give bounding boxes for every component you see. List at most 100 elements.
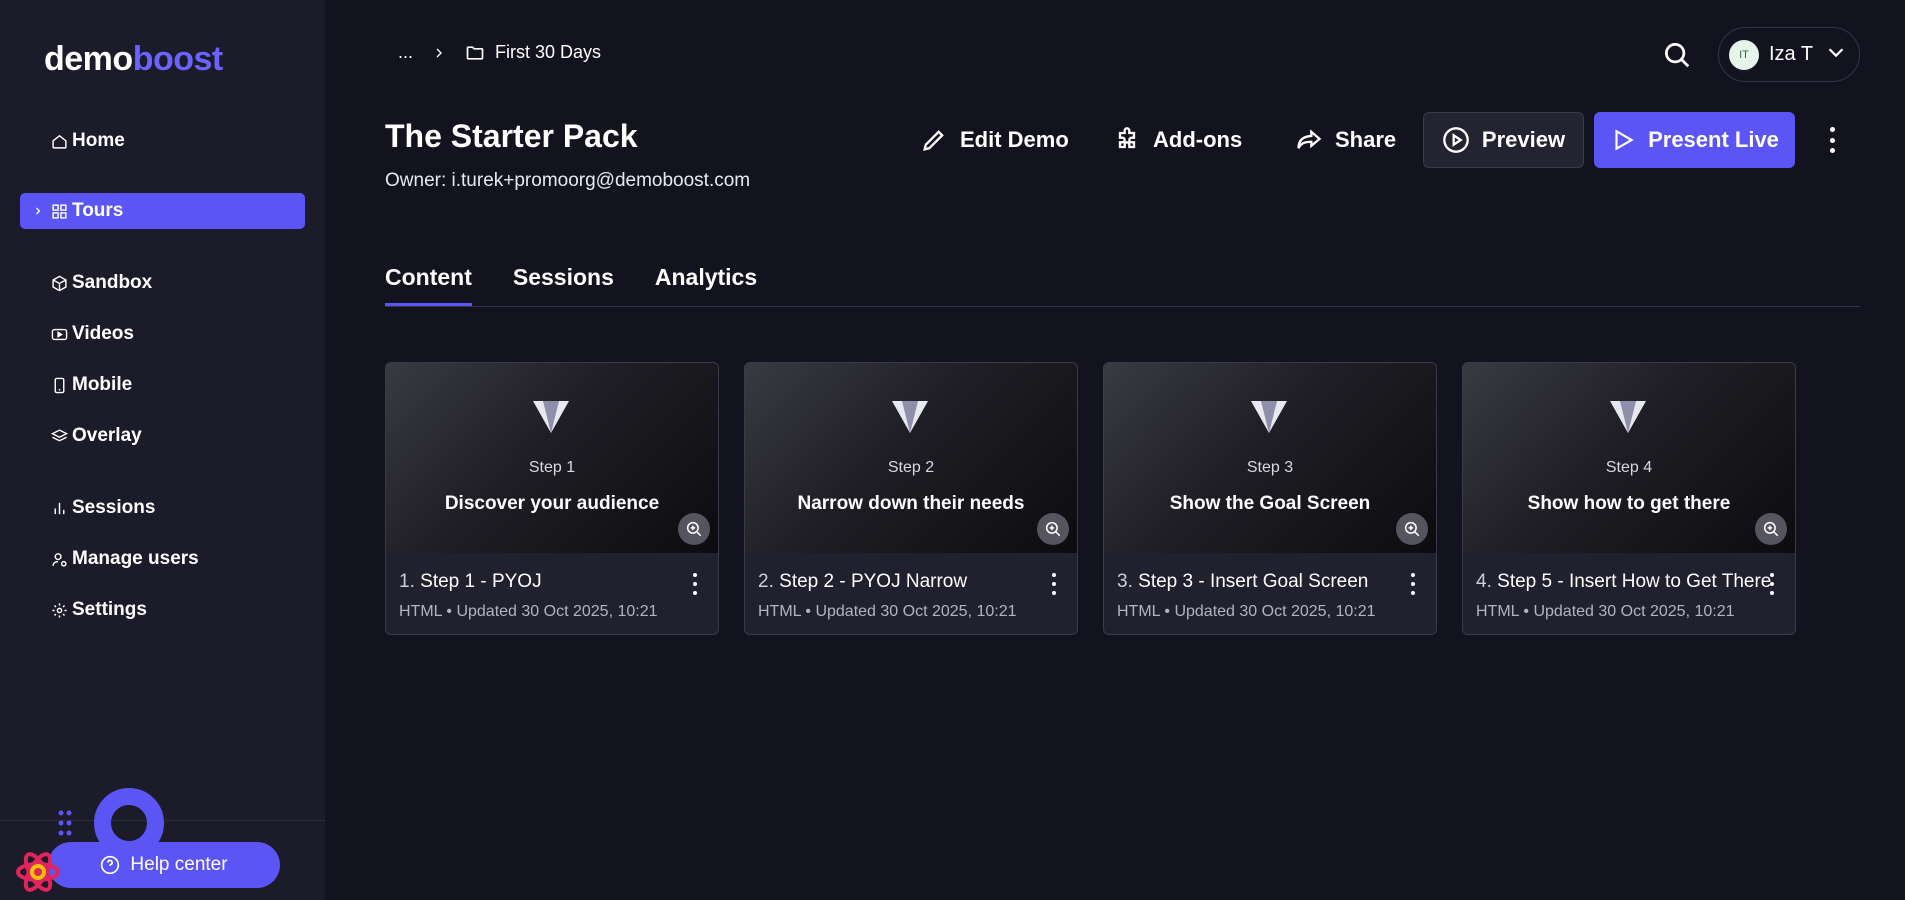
card-thumbnail[interactable]: Step 1 Discover your audience: [386, 363, 718, 553]
edit-demo-button[interactable]: Edit Demo: [920, 112, 1069, 168]
play-circle-icon: [1443, 127, 1469, 153]
diamond-logo-icon: [1610, 401, 1646, 433]
brand-logo[interactable]: demoboost: [44, 40, 223, 79]
owner-text: Owner: i.turek+promoorg@demoboost.com: [385, 170, 751, 191]
card-title-text: Step 5 - Insert How to Get There: [1497, 571, 1772, 592]
diamond-logo-icon: [1251, 401, 1287, 433]
more-options-icon[interactable]: [1822, 124, 1842, 156]
sidebar-item-tours[interactable]: Tours: [20, 193, 305, 229]
zoom-in-icon: [1763, 521, 1779, 537]
tab-sessions[interactable]: Sessions: [513, 264, 614, 306]
chevron-down-icon: [1825, 41, 1847, 68]
breadcrumb: ... First 30 Days: [398, 42, 601, 63]
chevron-right-icon: [32, 205, 46, 217]
sidebar-item-label: Videos: [72, 323, 134, 344]
card-meta: HTML • Updated 30 Oct 2025, 10:21: [1117, 603, 1376, 620]
breadcrumb-ellipsis[interactable]: ...: [398, 42, 413, 63]
logo-text-boost: boost: [132, 40, 224, 78]
avatar: IT: [1729, 39, 1759, 70]
card-title: 4. Step 5 - Insert How to Get There: [1476, 571, 1771, 593]
thumb-step-label: Step 1: [528, 459, 576, 476]
card-number: 4.: [1476, 571, 1492, 592]
step-card[interactable]: Step 2 Narrow down their needs 2. Step 2…: [744, 362, 1078, 635]
present-live-label: Present Live: [1648, 127, 1779, 152]
layers-icon: [50, 427, 68, 445]
zoom-in-button[interactable]: [678, 513, 710, 545]
share-button[interactable]: Share: [1295, 112, 1396, 168]
diamond-logo-icon: [892, 401, 928, 433]
sidebar-item-label: Overlay: [72, 425, 142, 446]
zoom-in-button[interactable]: [1396, 513, 1428, 545]
thumb-step-label: Step 2: [887, 459, 935, 476]
bar-chart-icon: [50, 499, 68, 517]
present-live-button[interactable]: Present Live: [1594, 112, 1795, 168]
zoom-in-button[interactable]: [1037, 513, 1069, 545]
step-card[interactable]: Step 1 Discover your audience 1. Step 1 …: [385, 362, 719, 635]
zoom-in-icon: [686, 521, 702, 537]
grid-icon: [50, 202, 68, 220]
addons-label: Add-ons: [1153, 127, 1243, 152]
help-circle-icon: [101, 855, 120, 875]
drag-handle-icon[interactable]: [58, 810, 72, 841]
help-center-label: Help center: [130, 854, 228, 875]
sidebar: demoboost Home Tours Sandbox Videos Mobi…: [0, 0, 325, 900]
card-title-text: Step 1 - PYOJ: [420, 571, 542, 592]
card-more-icon[interactable]: [1410, 573, 1416, 595]
folder-icon: [465, 43, 485, 63]
user-icon: [50, 550, 68, 568]
card-number: 2.: [758, 571, 774, 592]
preview-button[interactable]: Preview: [1423, 112, 1584, 168]
step-card[interactable]: Step 4 Show how to get there 4. Step 5 -…: [1462, 362, 1796, 635]
pencil-icon: [923, 130, 944, 151]
sidebar-item-sandbox[interactable]: Sandbox: [20, 265, 305, 301]
sidebar-item-videos[interactable]: Videos: [20, 316, 305, 352]
card-thumbnail[interactable]: Step 4 Show how to get there: [1463, 363, 1795, 553]
diamond-logo-icon: [533, 401, 569, 433]
logo-text-demo: demo: [44, 40, 133, 78]
sidebar-item-label: Home: [72, 130, 125, 151]
edit-demo-label: Edit Demo: [960, 127, 1069, 152]
sidebar-item-mobile[interactable]: Mobile: [20, 367, 305, 403]
sidebar-item-sessions[interactable]: Sessions: [20, 490, 305, 526]
sidebar-item-label: Mobile: [72, 374, 133, 395]
sidebar-item-overlay[interactable]: Overlay: [20, 418, 305, 454]
tab-bar: Content Sessions Analytics: [385, 264, 798, 306]
sidebar-item-manage-users[interactable]: Manage users: [20, 541, 305, 577]
tabs-divider: [385, 306, 1860, 307]
help-center-button[interactable]: Help center: [48, 842, 280, 888]
gear-icon: [50, 601, 68, 619]
home-icon: [50, 132, 68, 150]
tab-analytics[interactable]: Analytics: [655, 264, 757, 306]
tab-content[interactable]: Content: [385, 264, 472, 306]
zoom-in-button[interactable]: [1755, 513, 1787, 545]
user-menu[interactable]: IT Iza T: [1718, 27, 1860, 82]
card-more-icon[interactable]: [692, 573, 698, 595]
react-devtools-icon[interactable]: [14, 848, 62, 896]
card-more-icon[interactable]: [1769, 573, 1775, 595]
preview-label: Preview: [1481, 127, 1566, 152]
chevron-right-icon: [431, 45, 447, 61]
sidebar-item-label: Tours: [72, 200, 124, 221]
card-meta: HTML • Updated 30 Oct 2025, 10:21: [1476, 603, 1735, 620]
card-title: 2. Step 2 - PYOJ Narrow: [758, 571, 967, 593]
thumb-step-label: Step 3: [1246, 459, 1294, 476]
sidebar-item-home[interactable]: Home: [20, 123, 305, 159]
page-title: The Starter Pack: [385, 118, 638, 154]
card-more-icon[interactable]: [1051, 573, 1057, 595]
search-icon[interactable]: [1662, 40, 1692, 70]
thumb-step-label: Step 4: [1605, 459, 1653, 476]
step-card[interactable]: Step 3 Show the Goal Screen 3. Step 3 - …: [1103, 362, 1437, 635]
thumb-headline: Show how to get there: [1527, 493, 1731, 514]
mobile-icon: [50, 376, 68, 394]
card-meta: HTML • Updated 30 Oct 2025, 10:21: [399, 603, 658, 620]
card-thumbnail[interactable]: Step 3 Show the Goal Screen: [1104, 363, 1436, 553]
share-icon: [1297, 129, 1322, 149]
sidebar-item-settings[interactable]: Settings: [20, 592, 305, 628]
addons-button[interactable]: Add-ons: [1113, 112, 1242, 168]
sidebar-item-label: Sessions: [72, 497, 156, 518]
sidebar-item-label: Manage users: [72, 548, 199, 569]
breadcrumb-current[interactable]: First 30 Days: [495, 42, 601, 63]
cube-icon: [50, 274, 68, 292]
zoom-in-icon: [1045, 521, 1061, 537]
card-thumbnail[interactable]: Step 2 Narrow down their needs: [745, 363, 1077, 553]
